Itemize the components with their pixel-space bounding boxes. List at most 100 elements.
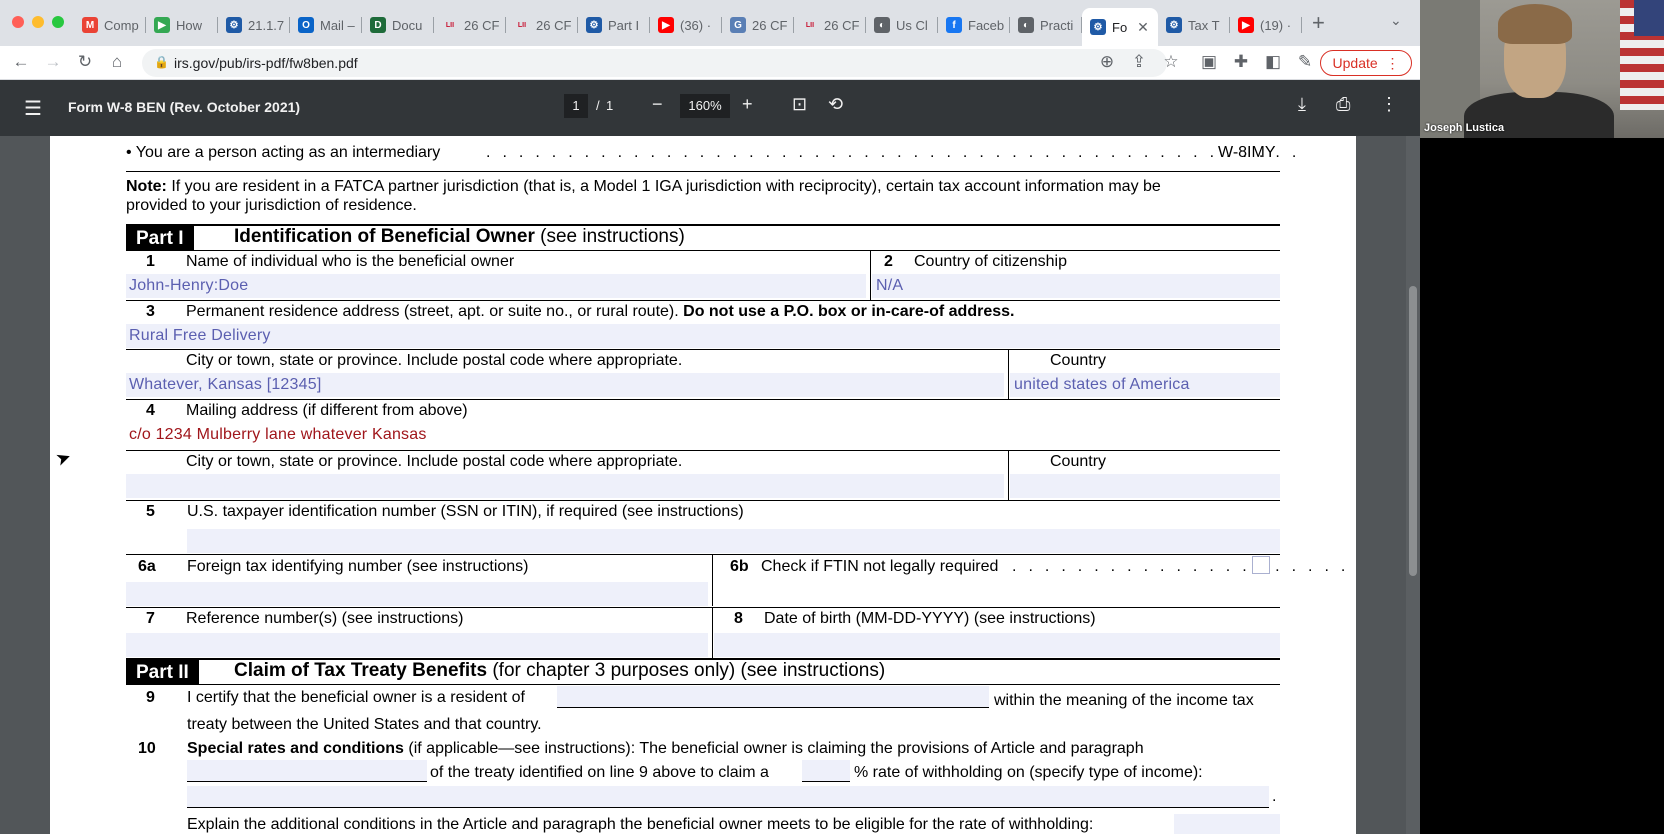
play-icon: ▶ [154,17,170,33]
rotate-icon[interactable]: ⟲ [828,94,843,115]
part-2-title: Claim of Tax Treaty Benefits (for chapte… [234,660,885,682]
mailing-country-field[interactable] [1010,474,1280,498]
zoom-icon[interactable]: ⊕ [1096,52,1118,72]
tab-7[interactable]: ⚙ Part I [578,10,650,40]
line-10-text-c: % rate of withholding on (specify type o… [854,764,1203,781]
docs-icon: D [370,17,386,33]
url-text[interactable]: irs.gov/pub/irs-pdf/fw8ben.pdf [174,55,358,71]
lock-icon: 🔒 [154,55,169,69]
download-icon[interactable]: ⤓ [1298,94,1306,115]
line-3-label-text: Permanent residence address (street, apt… [186,303,679,320]
tab-9[interactable]: G 26 CF [722,10,794,40]
new-tab-button[interactable]: + [1312,10,1325,36]
more-options-icon[interactable]: ⋮ [1380,94,1398,115]
back-icon[interactable]: ← [10,52,32,72]
tab-16[interactable]: ▶ (19) · [1230,10,1302,40]
line-10-number: 10 [138,740,156,757]
divider [126,250,1280,251]
fit-page-icon[interactable]: ⊡ [792,94,807,115]
divider [126,399,1280,400]
browser-window: M Comp ▶ How ⚙ 21.1.7 O Mail – D Docu LII 26 CF LII 2… [0,0,1420,834]
mailing-address-value: c/o 1234 Mulberry lane whatever Kansas [129,426,427,443]
mailing-city-field[interactable] [126,474,1004,498]
tab-14[interactable]: ⚙ Fo ✕ [1082,8,1158,46]
divider [126,607,1280,608]
close-window-button[interactable] [12,16,24,28]
intermediary-form: W-8IMY [1218,144,1276,161]
profile-icon[interactable]: ✎ [1294,52,1316,72]
tab-6[interactable]: LII 26 CF [506,10,578,40]
tab-12[interactable]: f Faceb [938,10,1010,40]
country-of-citizenship-field[interactable] [872,274,1280,298]
article-paragraph-field[interactable] [187,760,427,782]
tab-13[interactable]: ◐ Practi [1010,10,1082,40]
tab-11[interactable]: ◐ Us Cl [866,10,938,40]
tab-10[interactable]: LII 26 CF [794,10,866,40]
tab-5[interactable]: LII 26 CF [434,10,506,40]
bookmark-star-icon[interactable]: ☆ [1160,52,1182,72]
line-4-number: 4 [146,402,155,419]
additional-conditions-field[interactable] [1174,814,1280,834]
line-5-number: 5 [146,503,155,520]
part-2-badge: Part II [126,660,199,684]
extension-icon[interactable]: ▣ [1198,52,1220,72]
globe-icon: ◐ [1018,17,1034,33]
divider [126,554,1280,555]
zoom-in-icon[interactable]: + [742,94,753,115]
update-button[interactable]: Update ⋮ [1320,50,1412,76]
us-tin-field[interactable] [187,529,1280,553]
divider [126,300,1280,301]
tab-label: Us Cl [896,17,928,33]
menu-icon[interactable]: ☰ [24,96,42,121]
residence-address-field[interactable] [126,324,1280,348]
tab-2[interactable]: ⚙ 21.1.7 [218,10,290,40]
pdf-document-area[interactable]: • You are a person acting as an intermed… [0,136,1420,834]
mailing-city-label: City or town, state or province. Include… [186,453,683,470]
forward-icon[interactable]: → [42,52,64,72]
note-line-1: Note: If you are resident in a FATCA par… [126,178,1161,196]
minimize-window-button[interactable] [32,16,44,28]
reference-number-field[interactable] [126,633,708,657]
home-icon[interactable]: ⌂ [106,52,128,72]
tab-3[interactable]: O Mail – [290,10,362,40]
line-10-text-a-rest: (if applicable—see instructions): The be… [403,740,1144,757]
line-9-number: 9 [146,689,155,706]
foreign-tin-field[interactable] [126,582,708,606]
note-line-2: provided to your jurisdiction of residen… [126,197,417,214]
tab-15[interactable]: ⚙ Tax T [1158,10,1230,40]
tab-label: How [176,17,203,33]
treaty-country-field[interactable] [557,686,989,708]
date-of-birth-field[interactable] [714,633,1280,657]
facebook-icon: f [946,17,962,33]
print-icon[interactable]: ⎙ [1336,94,1350,115]
sidebar-icon[interactable]: ◧ [1262,52,1284,72]
page-number-input[interactable]: 1 [564,94,588,118]
line-10-bold: Special rates and conditions [187,740,404,757]
line-8-number: 8 [734,610,743,627]
close-tab-icon[interactable]: ✕ [1137,19,1149,36]
reload-icon[interactable]: ↻ [74,52,96,72]
pdf-scrollbar[interactable] [1406,136,1420,834]
residence-country-value: united states of America [1014,376,1190,393]
ftin-not-required-checkbox[interactable] [1252,556,1270,574]
income-type-field[interactable] [187,786,1269,808]
tab-0[interactable]: M Comp [74,10,146,40]
tab-8[interactable]: ▶ (36) · [650,10,722,40]
puzzle-icon[interactable]: ✚ [1230,52,1252,72]
line-5-label: U.S. taxpayer identification number (SSN… [187,503,744,520]
tab-1[interactable]: ▶ How [146,10,218,40]
irs-icon: ⚙ [586,17,602,33]
tab-4[interactable]: D Docu [362,10,434,40]
share-icon[interactable]: ⇪ [1128,52,1150,72]
maximize-window-button[interactable] [52,16,64,28]
part-1-title-rest: (see instructions) [534,226,685,247]
zoom-out-icon[interactable]: − [652,94,663,115]
zoom-input[interactable]: 160% [680,94,730,118]
divider [126,684,1280,685]
scrollbar-thumb[interactable] [1409,286,1417,576]
mailing-country-label: Country [1050,453,1107,470]
tab-search-icon[interactable]: ⌄ [1390,12,1402,29]
youtube-icon: ▶ [1238,17,1254,33]
withholding-rate-field[interactable] [802,760,850,782]
address-bar[interactable]: 🔒 irs.gov/pub/irs-pdf/fw8ben.pdf [142,49,1167,77]
